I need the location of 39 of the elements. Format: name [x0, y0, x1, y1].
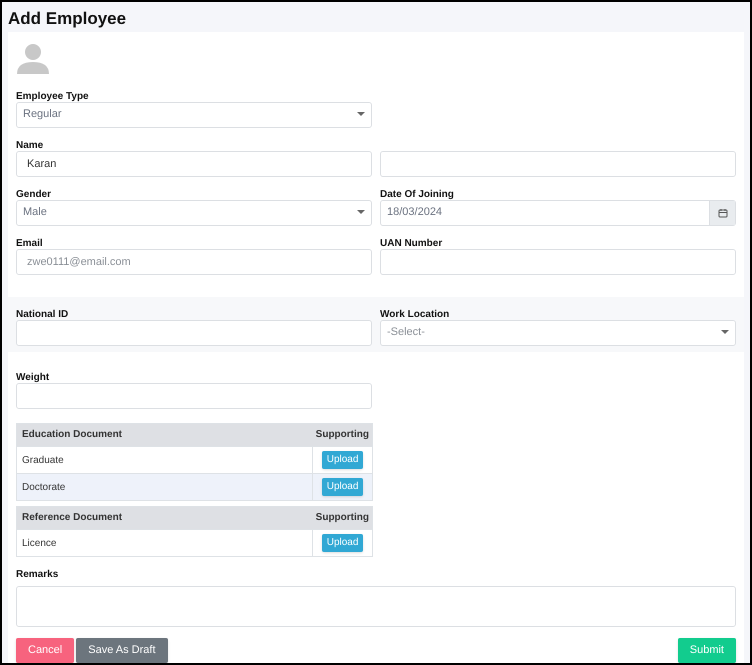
field-label: Remarks	[16, 568, 60, 582]
field-label: National ID	[16, 308, 68, 320]
caret-icon	[357, 210, 365, 215]
field-label: Email	[16, 238, 43, 248]
field-label: Gender	[16, 188, 52, 200]
field-label: Name	[16, 140, 44, 150]
caret-icon	[357, 112, 365, 117]
field-label: Employee Type	[16, 90, 89, 102]
input-field[interactable]: Karan	[16, 150, 372, 176]
column-header: Reference Document	[16, 506, 313, 529]
save-draft-button[interactable]: Save As Draft	[76, 638, 168, 662]
field-label: Date Of Joining	[380, 188, 454, 200]
select-field[interactable]: -Select-	[380, 320, 736, 346]
calendar-icon	[718, 208, 728, 218]
caret-icon	[721, 330, 729, 335]
submit-button[interactable]: Submit	[678, 638, 736, 662]
input-field[interactable]: zwe0111@email.com	[16, 248, 372, 274]
document-name: Licence	[22, 538, 56, 548]
column-header: Supporting	[312, 506, 372, 529]
input-field[interactable]	[380, 150, 736, 176]
field-label: Work Location	[380, 308, 450, 320]
page-title: Add Employee	[7, 8, 128, 30]
document-name: Graduate	[22, 454, 64, 466]
input-field[interactable]	[16, 320, 372, 346]
select-field[interactable]: Regular	[16, 102, 372, 128]
column-header: Education Document	[16, 423, 313, 446]
remarks-field[interactable]	[16, 586, 736, 626]
cancel-button[interactable]: Cancel	[16, 638, 74, 662]
column-header: Supporting	[312, 423, 372, 446]
upload-button[interactable]: Upload	[322, 534, 364, 552]
upload-button[interactable]: Upload	[322, 478, 364, 496]
upload-button[interactable]: Upload	[322, 450, 364, 468]
select-field[interactable]: Male	[16, 200, 372, 226]
field-label: Weight	[16, 372, 50, 382]
field-label: UAN Number	[380, 238, 442, 248]
input-field[interactable]	[380, 248, 736, 274]
document-name: Doctorate	[22, 482, 66, 492]
input-field[interactable]	[16, 382, 372, 408]
date-field[interactable]: 18/03/2024	[380, 200, 736, 226]
